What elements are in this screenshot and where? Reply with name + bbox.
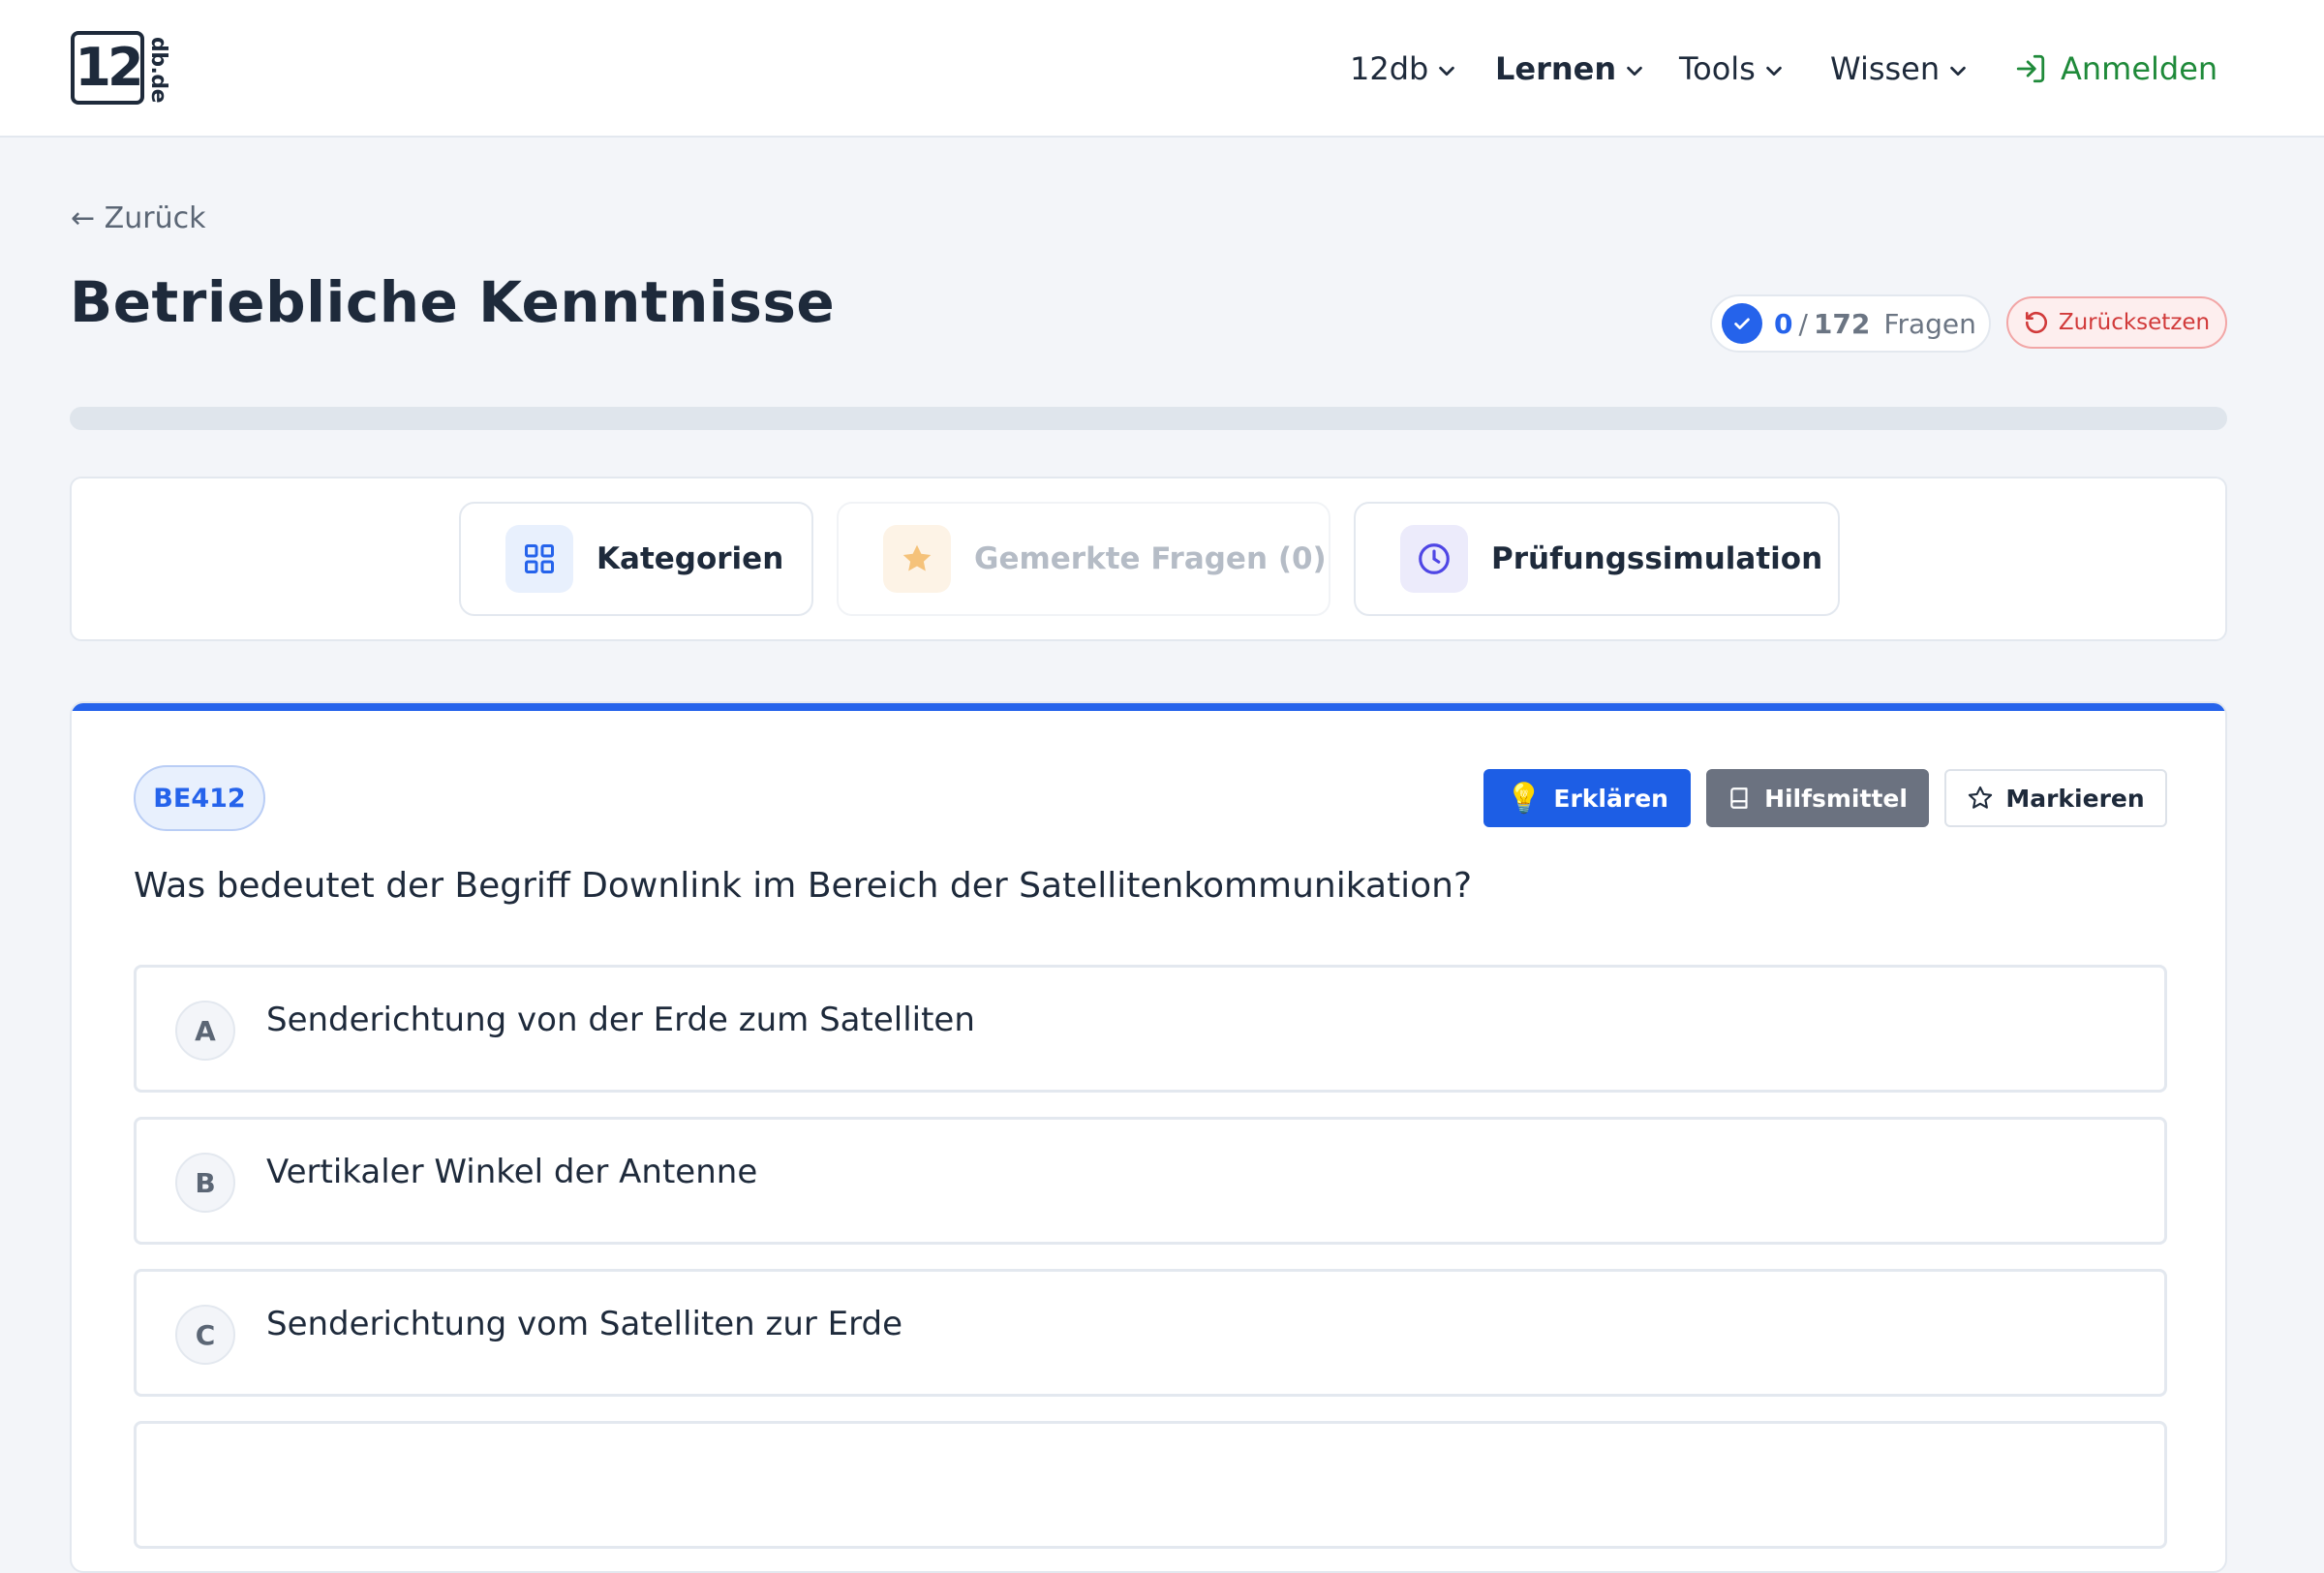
back-link[interactable]: ← Zurück: [71, 201, 205, 235]
chevron-down-icon: [1627, 66, 1642, 77]
reset-label: Zurücksetzen: [2058, 310, 2211, 335]
nav-item-tools[interactable]: Tools: [1679, 45, 1785, 93]
question-text: Was bedeutet der Begriff Downlink im Ber…: [134, 866, 1473, 906]
count-label: Fragen: [1883, 307, 1976, 340]
nav-item-wissen[interactable]: Wissen: [1830, 45, 1969, 93]
answer-option-b[interactable]: B Vertikaler Winkel der Antenne: [134, 1117, 2167, 1245]
chevron-down-icon: [1950, 66, 1966, 77]
count-done: 0: [1774, 307, 1793, 340]
login-icon: [2016, 54, 2045, 83]
reset-icon: [2025, 311, 2047, 334]
page-title: Betriebliche Kenntnisse: [70, 269, 836, 335]
question-card: BE412 💡 Erklären Hilfsmittel Markieren W…: [70, 701, 2227, 1573]
tab-label: Gemerkte Fragen (0): [974, 541, 1327, 576]
chevron-down-icon: [1439, 66, 1455, 77]
progress-bar: [70, 407, 2227, 430]
answer-text: Senderichtung vom Satelliten zur Erde: [266, 1305, 903, 1343]
grid-icon: [505, 525, 573, 593]
answer-option-c[interactable]: C Senderichtung vom Satelliten zur Erde: [134, 1269, 2167, 1397]
nav-label: Tools: [1679, 50, 1756, 87]
lightbulb-icon: 💡: [1506, 781, 1543, 816]
star-outline-icon: [1969, 786, 1993, 809]
answer-option-a[interactable]: A Senderichtung von der Erde zum Satelli…: [134, 965, 2167, 1093]
answer-letter: C: [175, 1305, 235, 1365]
clock-icon: [1400, 525, 1468, 593]
card-accent-bar: [72, 703, 2225, 711]
logo-number: 12: [75, 35, 144, 101]
mark-label: Markieren: [2005, 784, 2145, 813]
chevron-down-icon: [1766, 66, 1782, 77]
tab-gemerkte-fragen[interactable]: Gemerkte Fragen (0): [837, 502, 1330, 616]
answer-text: Senderichtung von der Erde zum Satellite…: [266, 1001, 975, 1039]
answer-option-d[interactable]: [134, 1421, 2167, 1549]
tab-label: Kategorien: [596, 541, 784, 576]
site-header: 12 db.de 12db Lernen Tools Wissen Anmeld…: [0, 0, 2324, 138]
login-link[interactable]: Anmelden: [2014, 45, 2217, 93]
mark-button[interactable]: Markieren: [1944, 769, 2167, 827]
book-icon: [1730, 787, 1748, 809]
explain-label: Erklären: [1553, 784, 1668, 813]
help-button[interactable]: Hilfsmittel: [1706, 769, 1929, 827]
answer-letter: B: [175, 1153, 235, 1213]
help-label: Hilfsmittel: [1764, 784, 1908, 813]
explain-button[interactable]: 💡 Erklären: [1483, 769, 1691, 827]
count-separator: /: [1798, 307, 1808, 340]
logo-domain: db.de: [146, 37, 170, 104]
check-icon: [1722, 303, 1762, 344]
login-label: Anmelden: [2061, 50, 2218, 87]
tab-pruefungssimulation[interactable]: Prüfungssimulation: [1354, 502, 1840, 616]
tab-kategorien[interactable]: Kategorien: [459, 502, 813, 616]
nav-item-12db[interactable]: 12db: [1350, 45, 1457, 93]
answer-letter: A: [175, 1001, 235, 1061]
reset-button[interactable]: Zurücksetzen: [2006, 296, 2227, 349]
question-counter: 0 / 172 Fragen: [1710, 294, 1991, 353]
count-total: 172: [1813, 307, 1871, 340]
nav-label: Lernen: [1495, 50, 1617, 87]
logo-box: 12: [71, 31, 144, 105]
nav-item-lernen[interactable]: Lernen: [1495, 45, 1645, 93]
mode-tabs: Kategorien Gemerkte Fragen (0) Prüfungss…: [70, 477, 2227, 641]
star-icon: [883, 525, 951, 593]
question-id-badge: BE412: [134, 765, 265, 831]
tab-label: Prüfungssimulation: [1491, 541, 1823, 576]
nav-label: 12db: [1350, 50, 1429, 87]
answer-text: Vertikaler Winkel der Antenne: [266, 1153, 758, 1191]
site-logo[interactable]: 12 db.de: [71, 29, 170, 107]
nav-label: Wissen: [1830, 50, 1941, 87]
